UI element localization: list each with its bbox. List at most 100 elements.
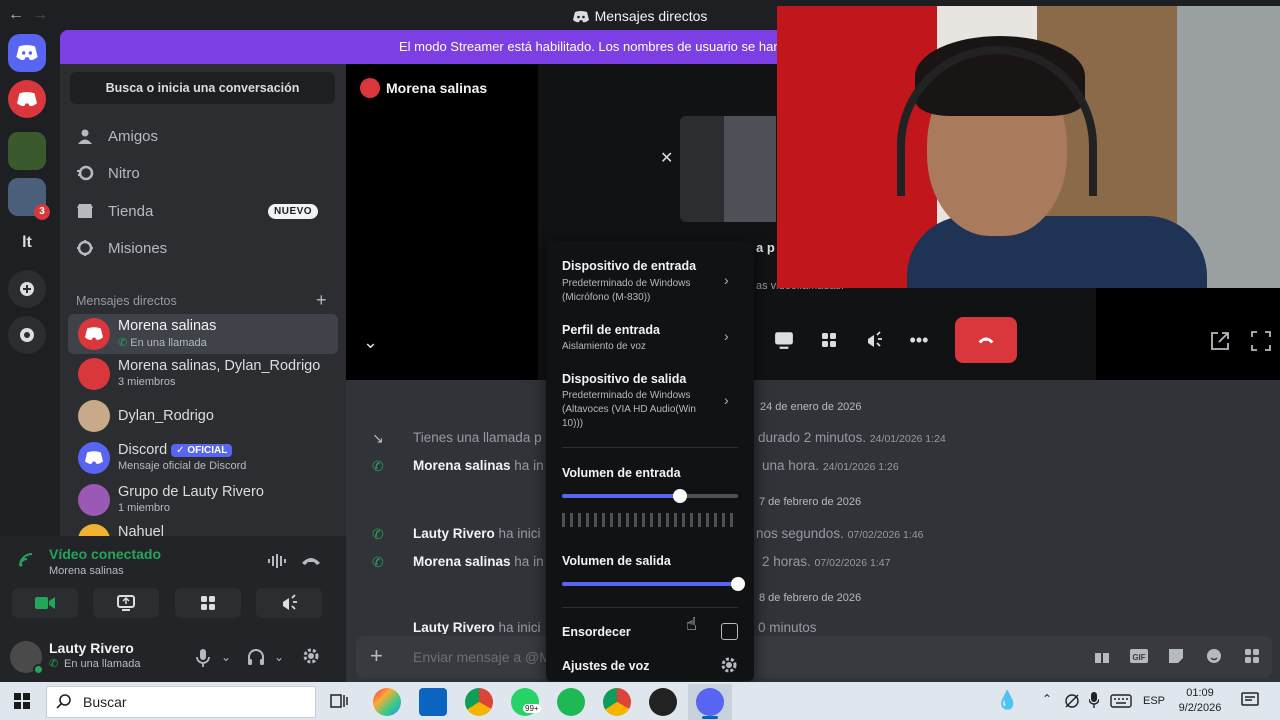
search-conversation-button[interactable]: Busca o inicia una conversación — [70, 72, 335, 104]
gear-icon[interactable] — [302, 647, 320, 665]
dm-item[interactable]: Dylan_Rodrigo — [68, 396, 338, 436]
sticker-icon[interactable] — [1168, 648, 1184, 664]
soundboard-icon — [868, 331, 882, 347]
chat-message: Tienes una llamada p — [413, 430, 542, 445]
dm-sub: 1 miembro — [118, 502, 170, 514]
avatar — [78, 358, 110, 390]
activities-button[interactable] — [175, 588, 241, 618]
discord-taskbar-icon[interactable] — [696, 688, 724, 716]
fullscreen-icon[interactable] — [1251, 331, 1271, 351]
chevron-down-icon[interactable]: ⌄ — [221, 650, 231, 664]
app-icon[interactable] — [649, 688, 677, 716]
copilot-icon[interactable] — [373, 688, 401, 716]
input-volume-slider[interactable] — [562, 494, 738, 498]
nav-label: Tienda — [108, 202, 154, 220]
voice-status-subtitle[interactable]: Morena salinas — [49, 565, 124, 577]
chrome-icon[interactable] — [465, 688, 493, 716]
deafen-checkbox[interactable] — [721, 623, 738, 640]
headphones-icon[interactable] — [247, 648, 265, 666]
pop-out-icon[interactable] — [1210, 331, 1230, 351]
shared-image-preview — [680, 116, 776, 222]
chevron-right-icon[interactable]: › — [724, 272, 729, 288]
task-view-icon[interactable] — [330, 692, 348, 710]
gear-icon[interactable] — [720, 656, 738, 674]
add-attachment-icon[interactable]: + — [370, 645, 383, 667]
chrome-profile-icon[interactable] — [603, 688, 631, 716]
soundboard-call-button[interactable] — [854, 316, 894, 364]
hang-up-button[interactable] — [955, 317, 1017, 363]
nav-nitro[interactable]: Nitro — [76, 156, 336, 190]
message-input[interactable]: Enviar mensaje a @M — [413, 649, 551, 665]
input-level-meter — [562, 513, 738, 527]
quests-icon — [76, 239, 96, 257]
date-divider: 8 de febrero de 2026 — [759, 592, 862, 604]
menu-divider — [562, 447, 738, 448]
nav-friends[interactable]: Amigos — [76, 119, 336, 153]
server-icon-blue[interactable]: 3 — [8, 178, 50, 220]
date-divider: 7 de febrero de 2026 — [759, 496, 862, 508]
spotify-icon[interactable] — [557, 688, 585, 716]
user-avatar[interactable] — [10, 641, 44, 675]
keyboard-icon[interactable] — [1110, 694, 1132, 708]
chevron-right-icon[interactable]: › — [724, 392, 729, 408]
gif-icon[interactable]: GIF — [1130, 648, 1148, 664]
apps-icon[interactable] — [1244, 648, 1260, 664]
server-icon-green[interactable] — [8, 132, 46, 170]
add-server-button[interactable] — [8, 270, 46, 308]
online-status-dot — [33, 664, 44, 675]
dm-item[interactable]: Morena salinas, Dylan_Rodrigo 3 miembros — [68, 354, 338, 394]
nav-quests[interactable]: Misiones — [76, 231, 336, 265]
output-device-sub: Predeterminado de Windows (Altavoces (VI… — [562, 390, 696, 429]
noise-suppression-icon[interactable] — [267, 553, 287, 569]
microphone-icon[interactable] — [196, 649, 210, 667]
dm-item[interactable]: Nahuel — [68, 520, 338, 536]
disconnect-icon[interactable] — [301, 555, 321, 567]
connection-signal-icon[interactable] — [18, 552, 34, 568]
clock[interactable]: 01:09 9/2/2026 — [1170, 686, 1230, 716]
output-volume-knob[interactable] — [731, 577, 745, 591]
activities-call-button[interactable] — [809, 316, 849, 364]
chevron-up-icon[interactable]: ⌃ — [1042, 692, 1052, 706]
gift-icon[interactable] — [1094, 648, 1110, 664]
windows-start-icon[interactable] — [14, 693, 30, 709]
whatsapp-badge: 99+ — [523, 704, 541, 713]
caller-avatar — [360, 78, 380, 98]
network-off-icon[interactable] — [1064, 693, 1080, 709]
input-profile-title[interactable]: Perfil de entrada — [562, 323, 660, 337]
server-morena-call[interactable] — [8, 80, 46, 118]
dm-item[interactable]: Discord ✓ OFICIAL Mensaje oficial de Disc… — [68, 438, 338, 478]
user-name: Lauty Rivero — [49, 640, 134, 656]
nav-label: Misiones — [108, 239, 168, 257]
home-discord-button[interactable] — [8, 34, 46, 72]
input-volume-knob[interactable] — [672, 489, 687, 503]
deafen-label[interactable]: Ensordecer — [562, 625, 631, 639]
emoji-icon[interactable] — [1206, 648, 1222, 664]
soundboard-button[interactable] — [256, 588, 322, 618]
screen-share-button[interactable] — [93, 588, 159, 618]
chat-message: Lauty Rivero ha inici — [413, 526, 541, 541]
close-icon[interactable]: ✕ — [660, 148, 673, 168]
dm-item[interactable]: Grupo de Lauty Rivero 1 miembro — [68, 480, 338, 520]
water-drop-icon[interactable]: 💧 — [996, 690, 1018, 711]
whatsapp-icon[interactable]: 99+ — [511, 688, 541, 716]
output-volume-slider[interactable] — [562, 582, 738, 586]
screen-share-call-button[interactable] — [764, 316, 804, 364]
notifications-icon[interactable] — [1241, 692, 1259, 708]
outlook-icon[interactable] — [419, 688, 447, 716]
output-device-title[interactable]: Dispositivo de salida — [562, 372, 686, 386]
soundboard-icon — [283, 594, 297, 610]
camera-button[interactable] — [12, 588, 78, 618]
collapse-chevron-icon[interactable]: ⌄ — [363, 332, 378, 353]
chevron-right-icon[interactable]: › — [724, 328, 729, 344]
more-options-icon[interactable]: ••• — [899, 316, 939, 364]
server-lt[interactable]: lt — [8, 224, 46, 262]
chevron-down-icon[interactable]: ⌄ — [274, 650, 284, 664]
discover-button[interactable] — [8, 316, 46, 354]
chat-message-tail: 2 horas. 07/02/2026 1:47 — [762, 554, 891, 569]
create-dm-button[interactable]: + — [316, 290, 327, 311]
input-device-title[interactable]: Dispositivo de entrada — [562, 259, 696, 273]
language-indicator[interactable]: ESP — [1143, 695, 1165, 707]
voice-settings-label[interactable]: Ajustes de voz — [562, 659, 650, 673]
microphone-tray-icon[interactable] — [1089, 692, 1099, 708]
dm-item[interactable]: Morena salinas ✆ En una llamada — [68, 314, 338, 354]
